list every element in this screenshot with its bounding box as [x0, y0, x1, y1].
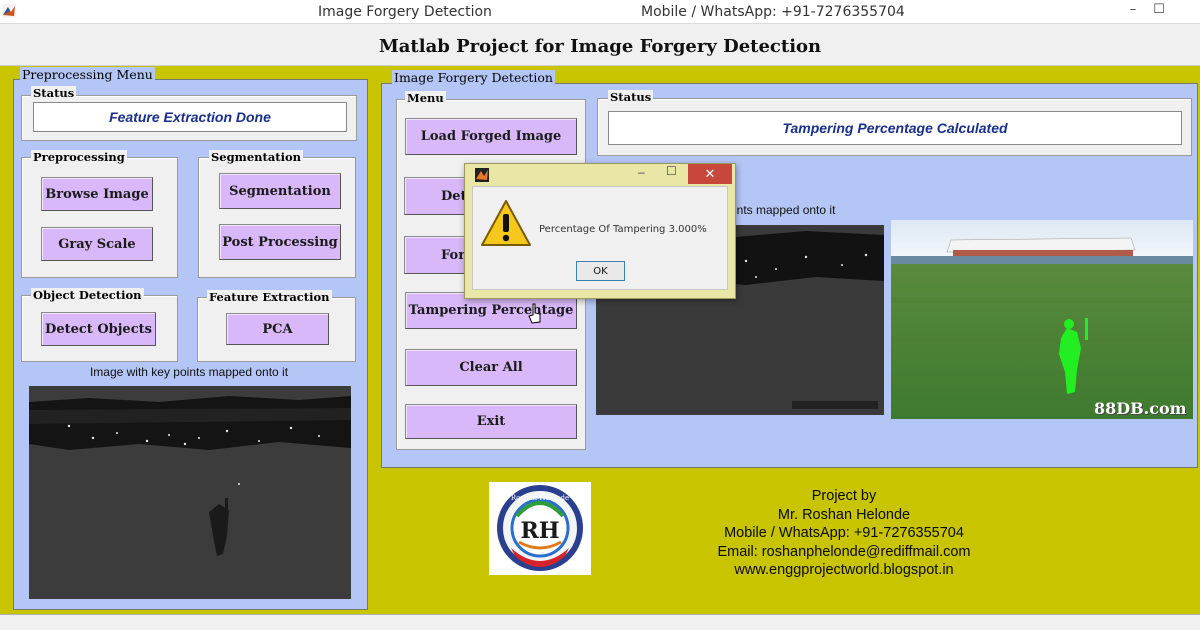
window-contact-text: Mobile / WhatsApp: +91-7276355704 [641, 4, 905, 20]
logo-letters: RH [520, 518, 559, 544]
mouse-cursor-icon [528, 303, 541, 324]
right-status-title: Status [608, 90, 654, 104]
clear-all-button[interactable]: Clear All [405, 349, 577, 386]
dialog-minimize-button[interactable]: – [638, 165, 652, 179]
cricket-field-image [891, 220, 1193, 419]
post-processing-button[interactable]: Post Processing [219, 224, 341, 260]
watermark-text: 88DB.com [1094, 399, 1187, 418]
segmentation-group-title: Segmentation [209, 150, 303, 164]
segmentation-button[interactable]: Segmentation [219, 173, 341, 209]
credits-line-1: Project by [811, 488, 877, 504]
matlab-icon [2, 4, 16, 18]
detect-objects-button[interactable]: Detect Objects [41, 312, 156, 346]
maximize-button[interactable]: ☐ [1146, 0, 1172, 22]
pca-button[interactable]: PCA [226, 313, 329, 345]
credits-line-5: www.enggprojectworld.blogspot.in [734, 562, 954, 578]
credits-line-3: Mobile / WhatsApp: +91-7276355704 [724, 525, 964, 541]
left-keypoint-image [29, 386, 351, 599]
credits-line-2: Mr. Roshan Helonde [777, 506, 911, 523]
load-forged-image-button[interactable]: Load Forged Image [405, 118, 577, 155]
credits-block: Project by Mr. Roshan Helonde Mobile / W… [640, 487, 1048, 580]
logo-top-text: Roshan Helonde [511, 494, 569, 502]
preprocessing-menu-title: Preprocessing Menu [20, 67, 155, 82]
left-status-title: Status [31, 86, 77, 100]
object-detection-group-title: Object Detection [31, 288, 144, 302]
forgery-detection-title: Image Forgery Detection [392, 70, 555, 85]
dialog-close-button[interactable]: ✕ [688, 164, 732, 184]
bottom-strip [0, 614, 1200, 630]
left-status-field: Feature Extraction Done [33, 102, 347, 132]
feature-extraction-group-title: Feature Extraction [207, 290, 332, 304]
window-title: Image Forgery Detection [318, 4, 492, 20]
roshan-helonde-logo: Roshan Helonde RH [489, 482, 591, 575]
credits-line-4: Email: roshanphelonde@rediffmail.com [717, 543, 971, 560]
page-title: Matlab Project for Image Forgery Detecti… [378, 36, 822, 57]
window-title-bar [0, 0, 1200, 24]
browse-image-button[interactable]: Browse Image [41, 177, 153, 211]
dialog-ok-button[interactable]: OK [576, 261, 625, 281]
minimize-button[interactable]: – [1120, 0, 1146, 22]
right-status-field: Tampering Percentage Calculated [608, 111, 1182, 145]
dialog-message: Percentage Of Tampering 3.000% [539, 224, 707, 235]
dialog-matlab-icon [475, 168, 489, 182]
left-image-caption: Image with key points mapped onto it [89, 365, 289, 379]
right-image-caption: ints mapped onto it [734, 203, 836, 217]
warning-icon [481, 200, 531, 246]
forgery-menu-title: Menu [405, 91, 446, 105]
gray-scale-button[interactable]: Gray Scale [41, 227, 153, 261]
logo-emblem-icon: Roshan Helonde RH [497, 485, 583, 571]
preprocessing-group-title: Preprocessing [31, 150, 127, 164]
dialog-maximize-button[interactable]: ☐ [666, 164, 680, 178]
exit-button[interactable]: Exit [405, 404, 577, 439]
